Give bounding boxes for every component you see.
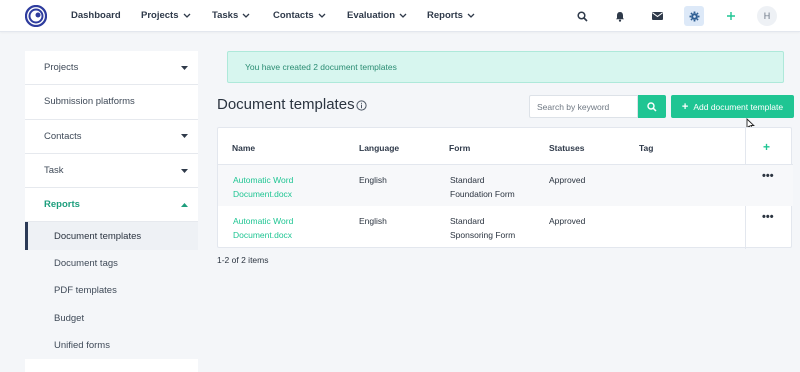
- form-line: Sponsoring Form: [450, 230, 516, 240]
- sidebar-subitem-document-templates[interactable]: Document templates: [25, 222, 198, 251]
- sidebar-subitem-label: Unified forms: [54, 340, 110, 352]
- search-button[interactable]: [638, 95, 666, 118]
- add-document-template-button[interactable]: + Add document template: [671, 95, 794, 118]
- name-line: Automatic Word: [233, 216, 294, 226]
- mail-icon[interactable]: [647, 6, 667, 26]
- search-icon[interactable]: [572, 6, 592, 26]
- name-line: Automatic Word: [233, 175, 294, 185]
- table-row: Automatic Word Document.docx English Stan…: [218, 206, 793, 247]
- add-column-button[interactable]: +: [763, 140, 770, 154]
- sidebar-item-label: Submission platforms: [44, 96, 135, 108]
- column-header-statuses[interactable]: Statuses: [549, 143, 584, 153]
- sidebar-item-label: Reports: [44, 199, 80, 211]
- nav-contacts[interactable]: Contacts: [273, 0, 326, 32]
- chevron-down-icon: [242, 13, 250, 18]
- sidebar-subitem-label: Budget: [54, 312, 85, 324]
- gear-icon[interactable]: [684, 6, 704, 26]
- language-cell: English: [359, 175, 387, 185]
- sidebar: Projects Submission platforms Contacts T…: [25, 51, 198, 372]
- more-options-icon[interactable]: •••: [762, 211, 774, 223]
- caret-down-icon: [181, 134, 188, 139]
- sidebar-subitem-label: Document tags: [54, 258, 118, 270]
- more-options-icon[interactable]: •••: [762, 170, 774, 182]
- sidebar-item-label: Contacts: [44, 130, 82, 142]
- chevron-down-icon: [318, 13, 326, 18]
- pagination-info: 1-2 of 2 items: [217, 255, 269, 265]
- avatar-initial: H: [763, 11, 771, 21]
- chevron-down-icon: [467, 13, 475, 18]
- nav-tasks-label: Tasks: [212, 10, 239, 21]
- nav-dashboard-label: Dashboard: [71, 10, 121, 21]
- caret-up-icon: [181, 202, 188, 207]
- nav-reports[interactable]: Reports: [427, 0, 475, 32]
- document-templates-table: Name Language Form Statuses Tag + Automa…: [217, 127, 793, 249]
- caret-down-icon: [181, 65, 188, 70]
- nav-evaluation[interactable]: Evaluation: [347, 0, 407, 32]
- sidebar-reports-submenu: Document templates Document tags PDF tem…: [25, 222, 198, 360]
- column-header-form[interactable]: Form: [449, 143, 470, 153]
- page-title: Document templates: [217, 96, 355, 113]
- top-navigation-bar: Dashboard Projects Tasks Contacts Evalua…: [0, 0, 800, 32]
- name-line: Document.docx: [233, 189, 293, 199]
- sidebar-item-submission-platforms[interactable]: Submission platforms: [25, 85, 198, 120]
- template-name-link[interactable]: Automatic Word Document.docx: [233, 173, 313, 201]
- chevron-down-icon: [399, 13, 407, 18]
- form-line: Standard: [450, 216, 485, 226]
- column-header-tag[interactable]: Tag: [639, 143, 653, 153]
- caret-down-icon: [181, 168, 188, 173]
- sidebar-subitem-label: PDF templates: [54, 285, 117, 297]
- sidebar-item-contacts[interactable]: Contacts: [25, 120, 198, 154]
- nav-evaluation-label: Evaluation: [347, 10, 396, 21]
- app-logo[interactable]: [25, 5, 47, 27]
- sidebar-item-projects[interactable]: Projects: [25, 51, 198, 86]
- nav-contacts-label: Contacts: [273, 10, 314, 21]
- add-button-label: Add document template: [693, 101, 784, 112]
- table-row: Automatic Word Document.docx English Stan…: [218, 165, 793, 206]
- column-header-language[interactable]: Language: [359, 143, 399, 153]
- sidebar-subitem-pdf-templates[interactable]: PDF templates: [25, 277, 198, 305]
- search-icon: [647, 101, 657, 112]
- status-cell: Approved: [549, 175, 586, 185]
- sidebar-item-reports[interactable]: Reports: [25, 188, 198, 223]
- alert-text: You have created 2 document templates: [245, 62, 397, 72]
- sidebar-item-label: Task: [44, 165, 64, 177]
- plus-icon: +: [681, 100, 689, 113]
- nav-dashboard[interactable]: Dashboard: [71, 0, 121, 32]
- bell-icon[interactable]: [610, 6, 630, 26]
- form-cell: Standard Sponsoring Form: [450, 214, 530, 242]
- nav-tasks[interactable]: Tasks: [212, 0, 250, 32]
- avatar[interactable]: H: [757, 6, 777, 26]
- form-line: Standard: [450, 175, 485, 185]
- status-cell: Approved: [549, 216, 586, 226]
- sidebar-subitem-document-tags[interactable]: Document tags: [25, 249, 198, 278]
- sidebar-item-task[interactable]: Task: [25, 154, 198, 189]
- sidebar-subitem-budget[interactable]: Budget: [25, 304, 198, 333]
- info-icon[interactable]: [356, 100, 367, 111]
- nav-projects[interactable]: Projects: [141, 0, 191, 32]
- form-line: Foundation Form: [450, 189, 515, 199]
- form-cell: Standard Foundation Form: [450, 173, 530, 201]
- language-cell: English: [359, 216, 387, 226]
- sidebar-subitem-unified-forms[interactable]: Unified forms: [25, 332, 198, 360]
- column-header-name[interactable]: Name: [232, 143, 255, 153]
- sidebar-item-label: Projects: [44, 62, 79, 74]
- template-name-link[interactable]: Automatic Word Document.docx: [233, 214, 313, 242]
- nav-reports-label: Reports: [427, 10, 463, 21]
- search-input[interactable]: [529, 95, 638, 118]
- sidebar-subitem-label: Document templates: [54, 230, 142, 242]
- nav-projects-label: Projects: [141, 10, 179, 21]
- chevron-down-icon: [183, 13, 190, 18]
- name-line: Document.docx: [233, 230, 293, 240]
- success-alert: You have created 2 document templates: [227, 51, 784, 83]
- plus-icon[interactable]: [721, 6, 741, 26]
